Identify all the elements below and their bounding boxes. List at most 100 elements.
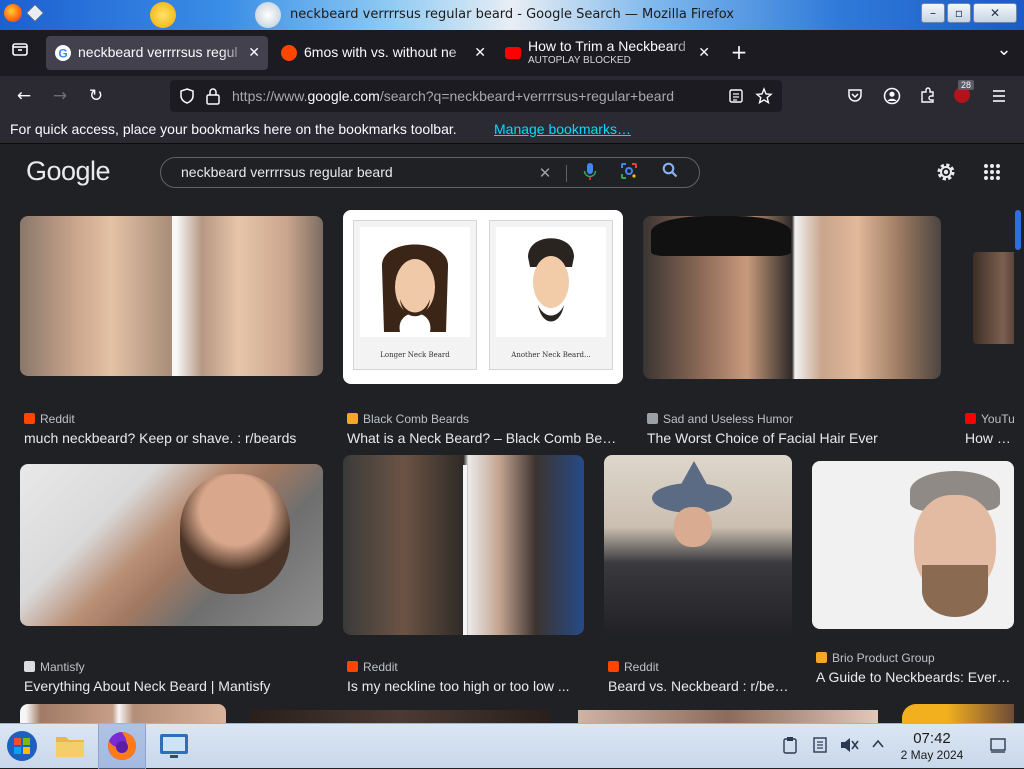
window-title: neckbeard verrrrsus regular beard - Goog…	[290, 7, 734, 22]
result-image[interactable]	[343, 455, 584, 635]
mantisfy-favicon-icon	[24, 661, 35, 672]
tab-manager-icon[interactable]	[8, 40, 32, 64]
search-submit-icon[interactable]	[659, 162, 681, 184]
window-titlebar: neckbeard verrrrsus regular beard - Goog…	[0, 0, 1024, 30]
result-source[interactable]: Sad and Useless Humor	[647, 412, 793, 426]
result-title[interactable]: Is my neckline too high or too low ...	[347, 678, 583, 694]
close-tab-icon[interactable]: ✕	[474, 44, 486, 61]
result-image[interactable]	[812, 461, 1014, 629]
bookmark-star-icon[interactable]	[755, 87, 773, 109]
tab-label: 6mos with vs. without ne	[304, 44, 457, 60]
result-source-label: Reddit	[363, 660, 398, 674]
lock-icon[interactable]	[205, 87, 221, 109]
result-title[interactable]: The Worst Choice of Facial Hair Ever	[647, 430, 943, 446]
firefox-taskbar-icon[interactable]	[104, 728, 140, 764]
maximize-button[interactable]: ▫	[947, 3, 971, 23]
search-query-text[interactable]: neckbeard verrrrsus regular beard	[181, 164, 393, 180]
result-image[interactable]	[973, 252, 1014, 344]
notifications-tray-icon[interactable]	[810, 736, 830, 756]
show-hidden-icons-chevron-up-icon[interactable]	[868, 736, 888, 756]
youtube-favicon-icon	[505, 47, 521, 59]
result-image-partial[interactable]	[902, 704, 1014, 723]
hamburger-menu-icon[interactable]	[990, 87, 1008, 109]
tab-google-search[interactable]: G neckbeard verrrrsus regul ✕	[46, 36, 268, 70]
close-tab-icon[interactable]: ✕	[698, 44, 710, 61]
show-desktop-icon[interactable]	[988, 736, 1008, 756]
result-image-partial[interactable]	[250, 710, 550, 723]
url-domain: google.com	[307, 88, 380, 104]
result-title[interactable]: much neckbeard? Keep or shave. : r/beard…	[24, 430, 324, 446]
system-monitor-icon[interactable]	[156, 728, 192, 764]
result-image[interactable]	[20, 464, 323, 626]
close-tab-icon[interactable]: ✕	[248, 44, 260, 61]
result-source[interactable]: Reddit	[608, 660, 659, 674]
list-all-tabs-icon[interactable]: ⌄	[992, 38, 1016, 62]
scrollbar-thumb[interactable]	[1015, 210, 1021, 250]
search-box[interactable]: neckbeard verrrrsus regular beard ✕	[160, 157, 700, 188]
google-logo[interactable]: Google	[26, 156, 111, 187]
tab-youtube[interactable]: How to Trim a Neckbeard AUTOPLAY BLOCKED…	[496, 36, 718, 70]
back-button[interactable]: ←	[12, 84, 36, 108]
start-menu-button[interactable]	[4, 728, 40, 764]
new-tab-button[interactable]: +	[727, 40, 751, 64]
taskbar-clock[interactable]: 07:42 2 May 2024	[890, 730, 974, 762]
result-title[interactable]: Beard vs. Neckbeard : r/beards	[608, 678, 794, 694]
result-image[interactable]	[20, 216, 323, 376]
clipboard-tray-icon[interactable]	[780, 736, 800, 756]
result-title[interactable]: How to Trim a Neckbeard	[965, 430, 1013, 446]
result-title[interactable]: What is a Neck Beard? – Black Comb Beard…	[347, 430, 619, 446]
reload-button[interactable]: ↻	[84, 84, 108, 108]
result-source[interactable]: YouTube	[965, 412, 1014, 426]
result-source[interactable]: Brio Product Group	[816, 651, 935, 665]
result-image-partial[interactable]	[578, 710, 878, 723]
result-title[interactable]: A Guide to Neckbeards: Everything	[816, 669, 1014, 685]
settings-gear-icon[interactable]	[934, 160, 958, 188]
svg-text:G: G	[58, 47, 67, 61]
account-icon[interactable]	[883, 87, 901, 109]
url-text[interactable]: https://www.google.com/search?q=neckbear…	[232, 88, 722, 104]
forward-button[interactable]: →	[48, 84, 72, 108]
result-source[interactable]: Reddit	[347, 660, 398, 674]
image-results-grid: Reddit much neckbeard? Keep or shave. : …	[0, 200, 1014, 723]
pocket-icon[interactable]	[846, 87, 864, 109]
result-title[interactable]: Everything About Neck Beard | Mantisfy	[24, 678, 324, 694]
reddit-favicon-icon	[347, 661, 358, 672]
minimize-button[interactable]: –	[921, 3, 945, 23]
result-source[interactable]: Reddit	[24, 412, 75, 426]
result-source[interactable]: Black Comb Beards	[347, 412, 469, 426]
manage-bookmarks-link[interactable]: Manage bookmarks…	[494, 121, 631, 137]
result-source-label: Black Comb Beards	[363, 412, 470, 426]
clear-search-icon[interactable]: ✕	[534, 162, 556, 184]
beard-shape	[922, 565, 988, 617]
file-manager-icon[interactable]	[52, 728, 88, 764]
wizard-hat-top	[674, 461, 714, 497]
result-source-label: YouTube	[981, 412, 1014, 426]
brio-favicon-icon	[816, 652, 827, 663]
page-scrollbar[interactable]	[1014, 200, 1024, 723]
reader-view-icon[interactable]	[728, 88, 744, 108]
result-image[interactable]	[604, 455, 792, 635]
voice-search-icon[interactable]	[579, 162, 601, 184]
result-source[interactable]: Mantisfy	[24, 660, 85, 674]
volume-muted-icon[interactable]	[839, 736, 859, 756]
extensions-puzzle-icon[interactable]	[919, 86, 937, 108]
result-image-partial[interactable]	[20, 704, 226, 723]
result-source-label: Reddit	[624, 660, 659, 674]
clock-time: 07:42	[913, 730, 951, 747]
result-image[interactable]	[643, 216, 941, 379]
taskbar: 07:42 2 May 2024	[0, 723, 1024, 769]
bookmarks-hint-text: For quick access, place your bookmarks h…	[10, 121, 457, 137]
tab-label: neckbeard verrrrsus regul	[78, 44, 238, 60]
lens-search-icon[interactable]	[618, 162, 640, 184]
result-source-label: Sad and Useless Humor	[663, 412, 794, 426]
url-bar[interactable]: https://www.google.com/search?q=neckbear…	[170, 80, 782, 112]
google-apps-grid-icon[interactable]	[983, 163, 1001, 185]
google-favicon-icon: G	[55, 45, 71, 61]
polaroid-caption: Longer Neck Beard	[380, 351, 450, 359]
tab-fade	[447, 36, 475, 70]
close-window-button[interactable]: ✕	[973, 3, 1017, 23]
tracking-protection-shield-icon[interactable]	[178, 87, 196, 109]
polaroid-card-left: Longer Neck Beard	[353, 220, 477, 370]
result-image[interactable]: Longer Neck Beard Another Neck Beard...	[343, 210, 623, 384]
tab-reddit[interactable]: 6mos with vs. without ne ✕	[272, 36, 494, 70]
